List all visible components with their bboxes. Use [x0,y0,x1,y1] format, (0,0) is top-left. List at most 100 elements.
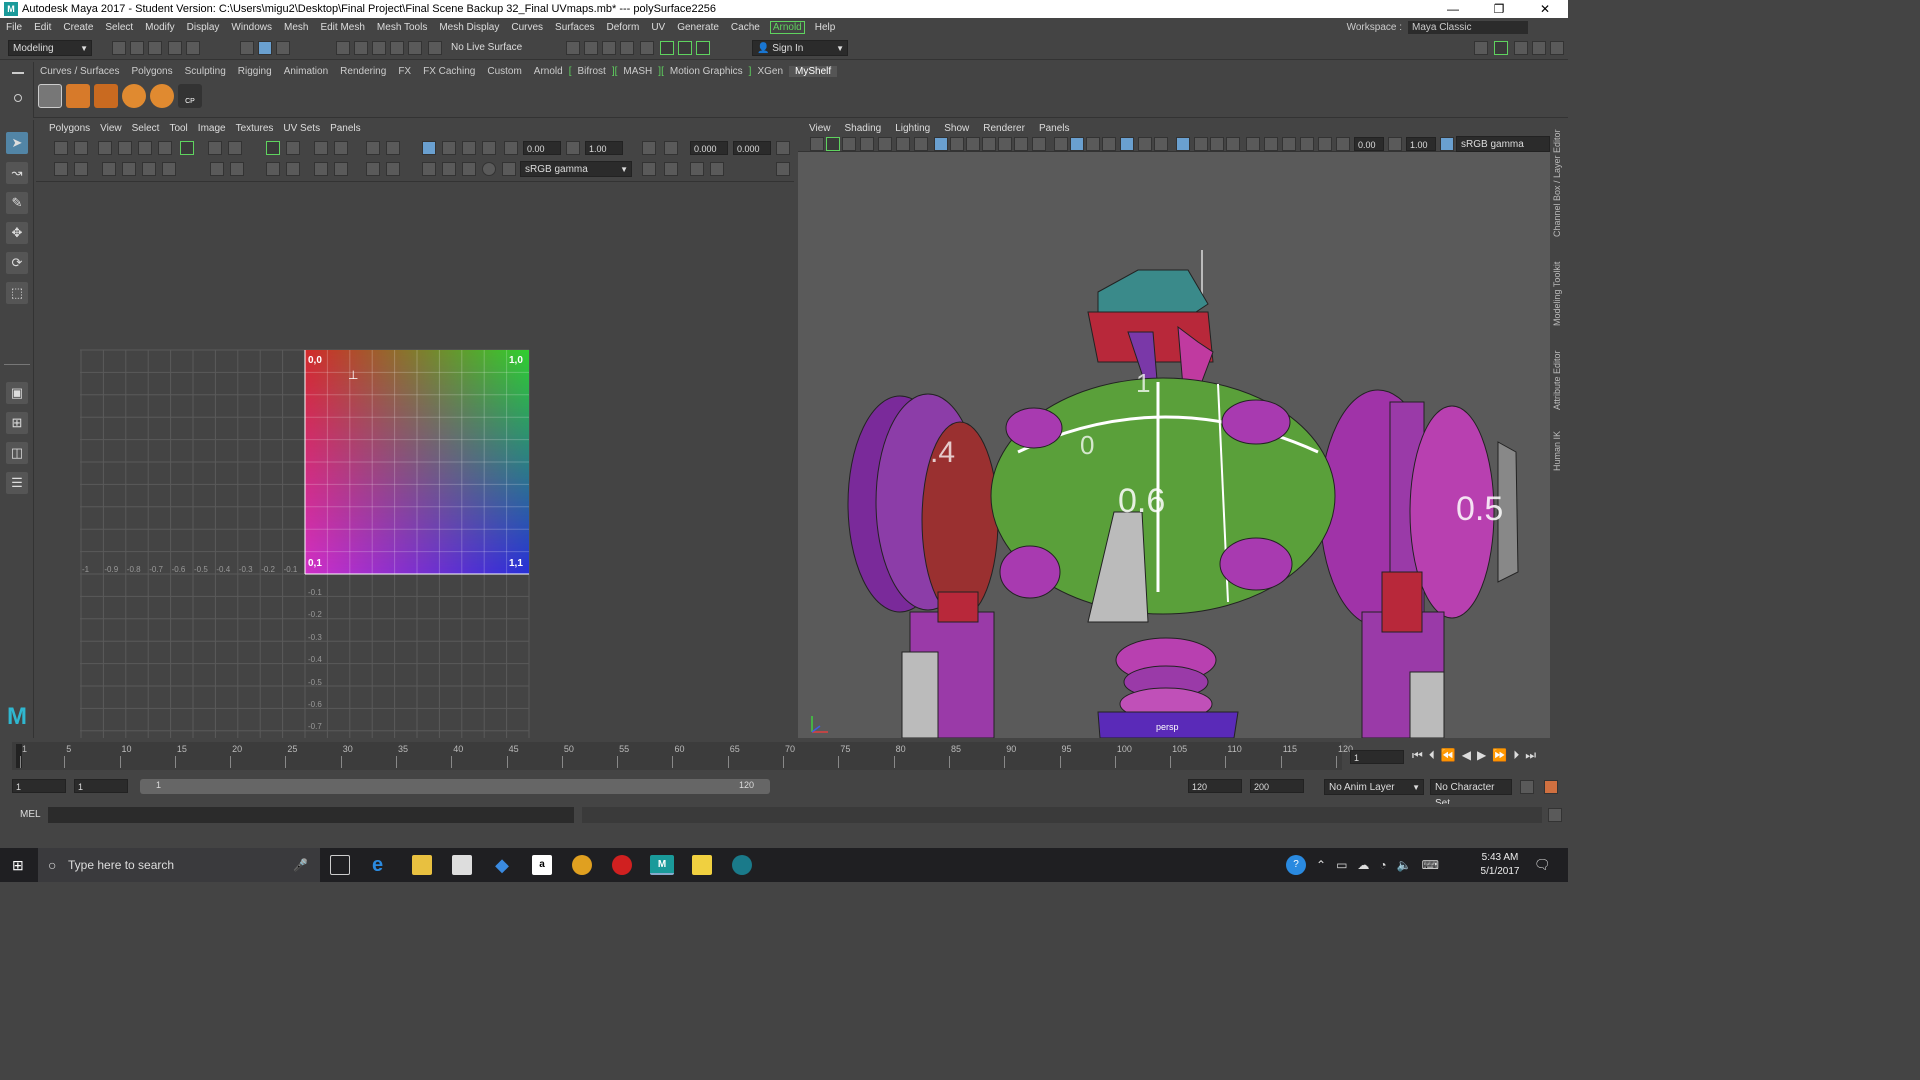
command-input[interactable] [48,807,574,823]
isolate-select-icon[interactable] [1246,137,1260,151]
screen-space-ao-icon[interactable] [1176,137,1190,151]
uv-select-icon[interactable] [54,162,68,176]
chevron-up-icon[interactable]: ⌃ [1316,858,1326,872]
uv-shade-icon[interactable] [442,141,456,155]
menu-surfaces[interactable]: Surfaces [549,22,600,33]
layout-quad-icon[interactable] [1494,41,1508,55]
xray-joints-icon[interactable] [1264,137,1278,151]
modeling-toolkit-icon[interactable] [660,41,674,55]
viewport-menu-panels[interactable]: Panels [1032,123,1077,134]
undo-icon[interactable] [168,41,182,55]
shelf-tab-rigging[interactable]: Rigging [232,66,278,77]
grid-layout-shelf-icon[interactable] [38,84,62,108]
uv-canvas[interactable]: 0,0 1,0 0,1 1,1 -1 -0.9 -0.8 -0.7 -0.6 -0.5 -0… [36,182,794,738]
uv-colorspace-icon[interactable] [502,162,516,176]
snap-view-plane-icon[interactable] [390,41,404,55]
uv-paste-icon[interactable] [664,162,678,176]
uv-straighten-icon[interactable] [122,162,136,176]
anim-layer-dropdown[interactable]: No Anim Layer ▼ [1324,779,1424,795]
layout-list-icon[interactable] [1532,41,1546,55]
uv-distribute-2-icon[interactable] [286,162,300,176]
camera-attributes-icon[interactable] [826,137,840,151]
go-to-end-icon[interactable]: ⏭ [1525,748,1536,763]
animation-start-field[interactable]: 1 [12,779,66,793]
uv-delete-icon[interactable] [138,141,152,155]
keyboard-icon[interactable]: ⌨ [1422,858,1439,872]
colorspace-icon[interactable] [1440,137,1454,151]
render-settings-icon[interactable] [620,41,634,55]
open-scene-icon[interactable] [130,41,144,55]
textured-icon[interactable] [1120,137,1134,151]
shelf-tab-sculpting[interactable]: Sculpting [179,66,232,77]
workspace-dropdown[interactable]: Maya Classic [1408,21,1528,34]
uv-unfold-icon[interactable] [208,141,222,155]
sticky-notes-icon[interactable] [692,855,712,875]
menu-create[interactable]: Create [57,22,99,33]
safe-action-icon[interactable] [998,137,1012,151]
image-plane-icon[interactable] [860,137,874,151]
menu-windows[interactable]: Windows [225,22,278,33]
menu-modify[interactable]: Modify [139,22,180,33]
action-center-icon[interactable]: 🗨 [1534,857,1551,873]
menu-uv[interactable]: UV [645,22,671,33]
shield-app-icon[interactable] [612,855,632,875]
uv-editor-toggle-icon[interactable] [678,41,692,55]
shelf-tab-rendering[interactable]: Rendering [334,66,392,77]
uv-transform-icon[interactable] [776,141,790,155]
shelf-tab-arnold[interactable]: Arnold [528,66,569,77]
uv-rotate-ccw-icon[interactable] [210,162,224,176]
backface-icon[interactable] [1300,137,1314,151]
viewport-colorspace-dropdown[interactable]: sRGB gamma [1456,136,1550,152]
character-set-dropdown[interactable]: No Character Set [1430,779,1512,809]
arnold-render-icon[interactable] [732,855,752,875]
shelf-tab-bifrost[interactable]: Bifrost [571,66,611,77]
menu-edit[interactable]: Edit [28,22,57,33]
sphere-shelf-icon[interactable] [122,84,146,108]
center-pivot-shelf-icon[interactable]: CP [178,84,202,108]
uv-paste-u-icon[interactable] [690,162,704,176]
menu-mesh-display[interactable]: Mesh Display [433,22,505,33]
maya-taskbar-icon[interactable]: M [650,855,674,875]
uv-smudge-icon[interactable] [142,162,156,176]
uv-rotate-icon[interactable] [228,141,242,155]
step-back-key-icon[interactable]: ⏴ [1429,748,1435,763]
save-scene-icon[interactable] [148,41,162,55]
uv-cycle-icon[interactable] [776,162,790,176]
viewport-menu-lighting[interactable]: Lighting [888,123,937,134]
uv-exposure-field[interactable]: 0.00 [523,141,561,155]
wireframe-icon[interactable] [1032,137,1046,151]
motion-blur-icon[interactable] [1194,137,1208,151]
resolution-gate-icon[interactable] [950,137,964,151]
viewport-menu-renderer[interactable]: Renderer [976,123,1032,134]
uv-color-icon[interactable] [482,162,496,176]
render-frame-icon[interactable] [584,41,598,55]
frame-all-icon[interactable] [1318,137,1332,151]
menu-cache[interactable]: Cache [725,22,766,33]
menu-mesh-tools[interactable]: Mesh Tools [371,22,433,33]
uv-checker-map-icon[interactable] [442,162,456,176]
script-editor-icon[interactable] [1548,808,1562,822]
uv-orient-icon[interactable] [366,162,380,176]
anti-aliasing-icon[interactable] [1210,137,1224,151]
shelf-menu-icon[interactable] [12,72,24,74]
uv-u-field[interactable]: 0.000 [690,141,728,155]
play-backwards-icon[interactable]: ◀ [1462,748,1471,763]
uv-snap-icon[interactable] [314,141,328,155]
animation-prefs-icon[interactable] [1544,780,1558,794]
uv-grid-toggle-icon[interactable] [286,141,300,155]
uv-checker-tiles-icon[interactable] [422,162,436,176]
camera-select-icon[interactable] [810,137,824,151]
film-gate-icon[interactable] [934,137,948,151]
restore-button[interactable]: ❐ [1476,0,1522,18]
select-hierarchy-icon[interactable] [240,41,254,55]
snap-grid-icon[interactable] [336,41,350,55]
shelf-settings-icon[interactable] [14,94,22,102]
safe-title-icon[interactable] [1014,137,1028,151]
uv-pin-icon[interactable] [162,162,176,176]
chrome-icon[interactable] [572,855,592,875]
shelf-tab-xgen[interactable]: XGen [751,66,789,77]
menu-mesh[interactable]: Mesh [278,22,314,33]
shelf-tab-curves-surfaces[interactable]: Curves / Surfaces [34,66,125,77]
two-d-pan-icon[interactable] [878,137,892,151]
bookmarks-icon[interactable] [842,137,856,151]
